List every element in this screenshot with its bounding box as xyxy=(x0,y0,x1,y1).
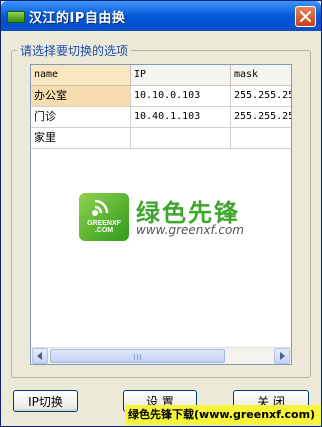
scroll-left-button[interactable] xyxy=(32,348,48,364)
column-header-ip[interactable]: IP xyxy=(131,65,231,86)
horizontal-scrollbar[interactable] xyxy=(31,347,291,364)
switch-ip-button[interactable]: IP切换 xyxy=(13,390,78,412)
cell-mask-row-2[interactable]: 255.255.25 xyxy=(231,107,291,128)
close-icon xyxy=(300,11,311,22)
options-group-label: 请选择要切换的选项 xyxy=(17,42,132,59)
greenxf-logo: GREENXF .COM xyxy=(79,193,129,241)
cell-ip-row-2[interactable]: 10.40.1.103 xyxy=(131,107,231,128)
grip-line xyxy=(137,354,138,360)
grip-line xyxy=(134,354,135,360)
wifi-arcs-icon xyxy=(92,199,109,216)
window-title: 汉江的IP自由换 xyxy=(29,11,126,26)
site-watermark: GREENXF .COM 绿色先锋 www.greenxf.com xyxy=(79,193,269,243)
cell-ip-row-3[interactable] xyxy=(131,128,231,149)
cell-name-row-2[interactable]: 门诊 xyxy=(31,107,131,128)
arrow-right-icon xyxy=(280,352,285,360)
arrow-left-icon xyxy=(37,352,42,360)
scroll-right-button[interactable] xyxy=(274,348,290,364)
window-close-button[interactable] xyxy=(295,6,316,27)
download-site-banner: 绿色先锋下载(www.greenxf.com) xyxy=(125,405,321,425)
cell-name-row-3[interactable]: 家里 xyxy=(31,128,131,149)
column-header-name[interactable]: name xyxy=(31,65,131,86)
column-header-mask[interactable]: mask xyxy=(231,65,291,86)
cell-mask-row-3[interactable] xyxy=(231,128,291,149)
cell-mask-row-1[interactable]: 255.255.25 xyxy=(231,86,291,107)
logo-text: GREENXF .COM xyxy=(87,220,121,234)
app-window: 汉江的IP自由换 请选择要切换的选项 name IP mask 办公室 10.1… xyxy=(0,0,322,427)
cell-ip-row-1[interactable]: 10.10.0.103 xyxy=(131,86,231,107)
cell-name-row-1[interactable]: 办公室 xyxy=(31,86,131,107)
app-icon xyxy=(7,11,25,23)
grip-line xyxy=(140,354,141,360)
watermark-url: www.greenxf.com xyxy=(136,223,244,237)
scroll-thumb[interactable] xyxy=(50,349,225,363)
title-bar[interactable]: 汉江的IP自由换 xyxy=(1,1,321,31)
